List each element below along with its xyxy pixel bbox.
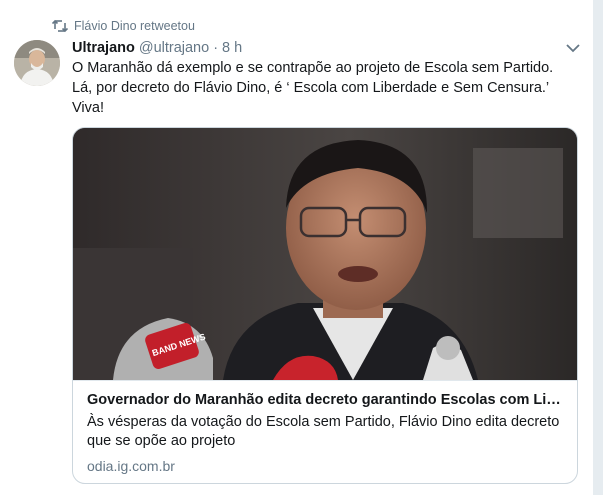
card-description: Às vésperas da votação do Escola sem Par… [87, 414, 560, 449]
tweet-text-line: O Maranhão dá exemplo e se contrapõe ao … [72, 60, 554, 76]
tweet[interactable]: Flávio Dino retweetou Ultrajano @ultraja… [0, 0, 594, 495]
avatar[interactable] [14, 40, 60, 86]
retweet-context-label[interactable]: Flávio Dino retweetou [74, 19, 195, 33]
tweet-text: O Maranhão dá exemplo e se contrapõe ao … [72, 58, 572, 118]
chevron-down-icon[interactable] [565, 42, 581, 54]
author-name[interactable]: Ultrajano [72, 40, 135, 56]
card-domain: odia.ig.com.br [87, 458, 175, 474]
author-handle[interactable]: @ultrajano [139, 40, 209, 56]
retweet-icon [52, 19, 68, 33]
header-separator: · [213, 40, 219, 56]
tweet-text-line: Lá, por decreto do Flávio Dino, é ‘ Esco… [72, 80, 550, 96]
card-title[interactable]: Governador do Maranhão edita decreto gar… [87, 391, 563, 410]
link-card[interactable]: BAND NEWS Governador do Maranhão edita d… [72, 127, 578, 484]
tweet-text-line: Viva! [72, 100, 104, 116]
avatar-image [14, 40, 60, 86]
card-body[interactable]: Governador do Maranhão edita decreto gar… [73, 380, 577, 483]
retweet-context: Flávio Dino retweetou [52, 16, 195, 36]
tweet-header: Ultrajano @ultrajano · 8 h [72, 38, 242, 58]
card-image[interactable]: BAND NEWS [73, 128, 577, 380]
tweet-timestamp[interactable]: 8 h [222, 40, 242, 56]
